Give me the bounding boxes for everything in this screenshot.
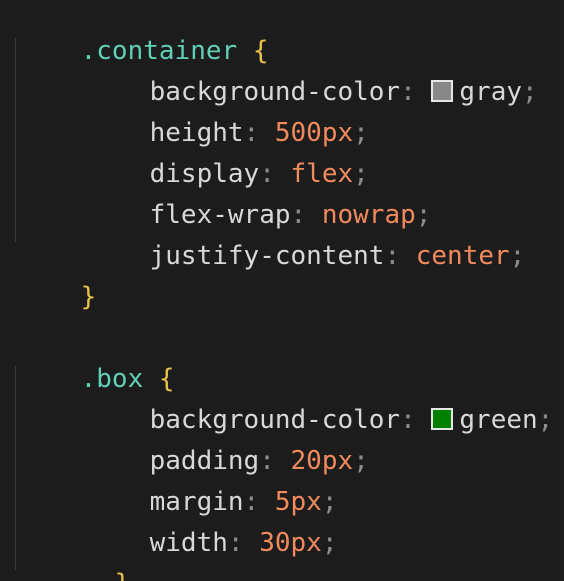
code-line-decl[interactable]: padding: 20px;	[87, 410, 369, 476]
code-editor[interactable]: .container { background-color: gray; hei…	[0, 0, 564, 581]
code-line-box-selector[interactable]: .box {	[18, 328, 175, 394]
code-line-close[interactable]: }	[18, 246, 97, 312]
semicolon: ;	[321, 528, 338, 558]
colon: :	[400, 77, 416, 107]
indent-guide-box	[15, 366, 16, 570]
color-swatch-icon[interactable]	[431, 408, 454, 430]
semicolon: ;	[509, 241, 526, 271]
css-value: center	[415, 241, 510, 271]
code-line-container-selector[interactable]: .container {	[18, 0, 269, 66]
css-value: green	[459, 405, 538, 435]
code-line-decl[interactable]: width: 30px;	[87, 492, 338, 558]
color-swatch-icon[interactable]	[431, 80, 454, 102]
code-line-close[interactable]: }	[52, 533, 131, 581]
code-line-decl[interactable]: flex-wrap: nowrap;	[87, 164, 432, 230]
semicolon: ;	[353, 446, 369, 476]
colon: :	[384, 241, 401, 271]
code-line-decl[interactable]: height: 500px;	[87, 82, 369, 148]
code-line-decl[interactable]: margin: 5px;	[87, 451, 338, 517]
code-line-decl[interactable]: background-color: gray;	[87, 41, 538, 107]
colon: :	[227, 528, 244, 558]
semicolon: ;	[537, 405, 554, 435]
close-brace: }	[80, 282, 97, 312]
indent-guide-container	[15, 38, 16, 242]
close-brace: }	[115, 569, 131, 581]
code-line-decl[interactable]: background-color: green;	[87, 369, 554, 435]
css-property: width	[149, 528, 228, 558]
css-property: justify-content	[149, 241, 385, 271]
css-value: 30px	[259, 528, 322, 558]
colon: :	[400, 405, 416, 435]
code-line-decl[interactable]: justify-content: center;	[87, 205, 526, 271]
semicolon: ;	[522, 77, 538, 107]
css-value: gray	[459, 77, 523, 107]
code-line-decl[interactable]: display: flex;	[87, 123, 369, 189]
